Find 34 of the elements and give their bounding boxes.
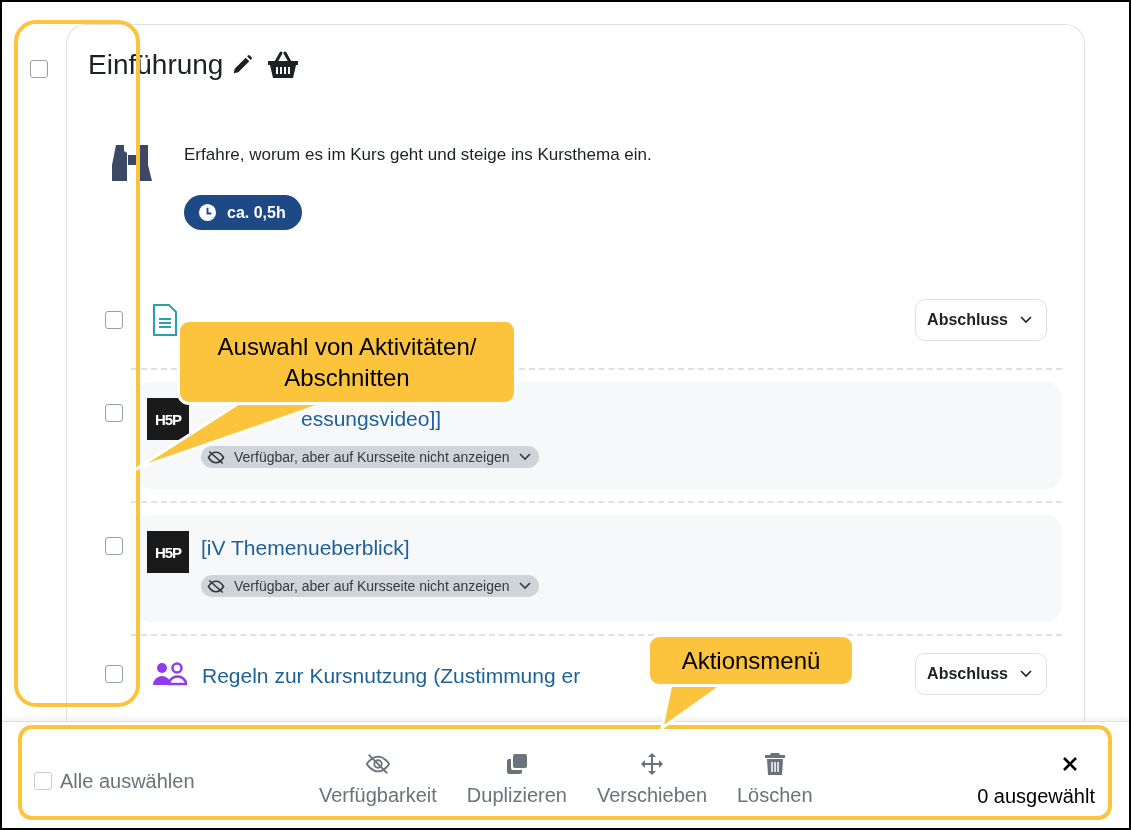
activity-checkbox[interactable]	[105, 665, 123, 683]
duplicate-button[interactable]: Duplizieren	[466, 751, 567, 807]
binoculars-icon	[111, 143, 153, 181]
chevron-icon	[1020, 670, 1032, 678]
people-icon	[152, 662, 188, 686]
activity-checkbox[interactable]	[105, 311, 123, 329]
completion-dropdown[interactable]: Abschluss	[915, 653, 1047, 695]
pencil-icon[interactable]	[231, 54, 254, 76]
chevron-icon	[518, 453, 531, 461]
section-description: Erfahre, worum es im Kurs geht und steige ins Kursthema ein.	[184, 144, 652, 166]
selected-count: 0 ausgewählt	[977, 784, 1095, 808]
move-button[interactable]: Verschieben	[596, 751, 707, 807]
chevron-icon	[1020, 316, 1032, 324]
section-checkbox[interactable]	[30, 60, 48, 78]
eye-slash-icon	[207, 449, 225, 465]
h5p-logo: H5P	[147, 531, 189, 573]
select-all-checkbox[interactable]: Alle auswählen	[34, 769, 319, 793]
activity-checkbox[interactable]	[105, 404, 123, 422]
availability-dropdown[interactable]: Verfügbar, aber auf Kursseite nicht anzeigen	[201, 446, 539, 468]
eye-slash-icon	[207, 578, 225, 594]
completion-dropdown[interactable]: Abschluss	[915, 299, 1047, 341]
activity-checkbox[interactable]	[105, 537, 123, 555]
activity-link[interactable]: Regeln zur Kursnutzung (Zustimmung er	[202, 657, 581, 691]
chevron-icon	[518, 582, 531, 590]
basket-icon[interactable]	[267, 51, 300, 79]
availability-button[interactable]: Verfügbarkeit	[319, 751, 437, 807]
close-icon	[1062, 755, 1078, 772]
activity-link[interactable]: [iV Themenueberblick]	[201, 531, 410, 563]
document-icon	[152, 304, 178, 336]
h5p-logo: H5P	[147, 398, 189, 440]
availability-dropdown[interactable]: Verfügbar, aber auf Kursseite nicht anzeigen	[201, 575, 539, 597]
eye-slash-icon	[364, 751, 391, 776]
delete-button[interactable]: Löschen	[737, 751, 813, 807]
duration-badge: ca. 0,5h	[184, 195, 302, 230]
